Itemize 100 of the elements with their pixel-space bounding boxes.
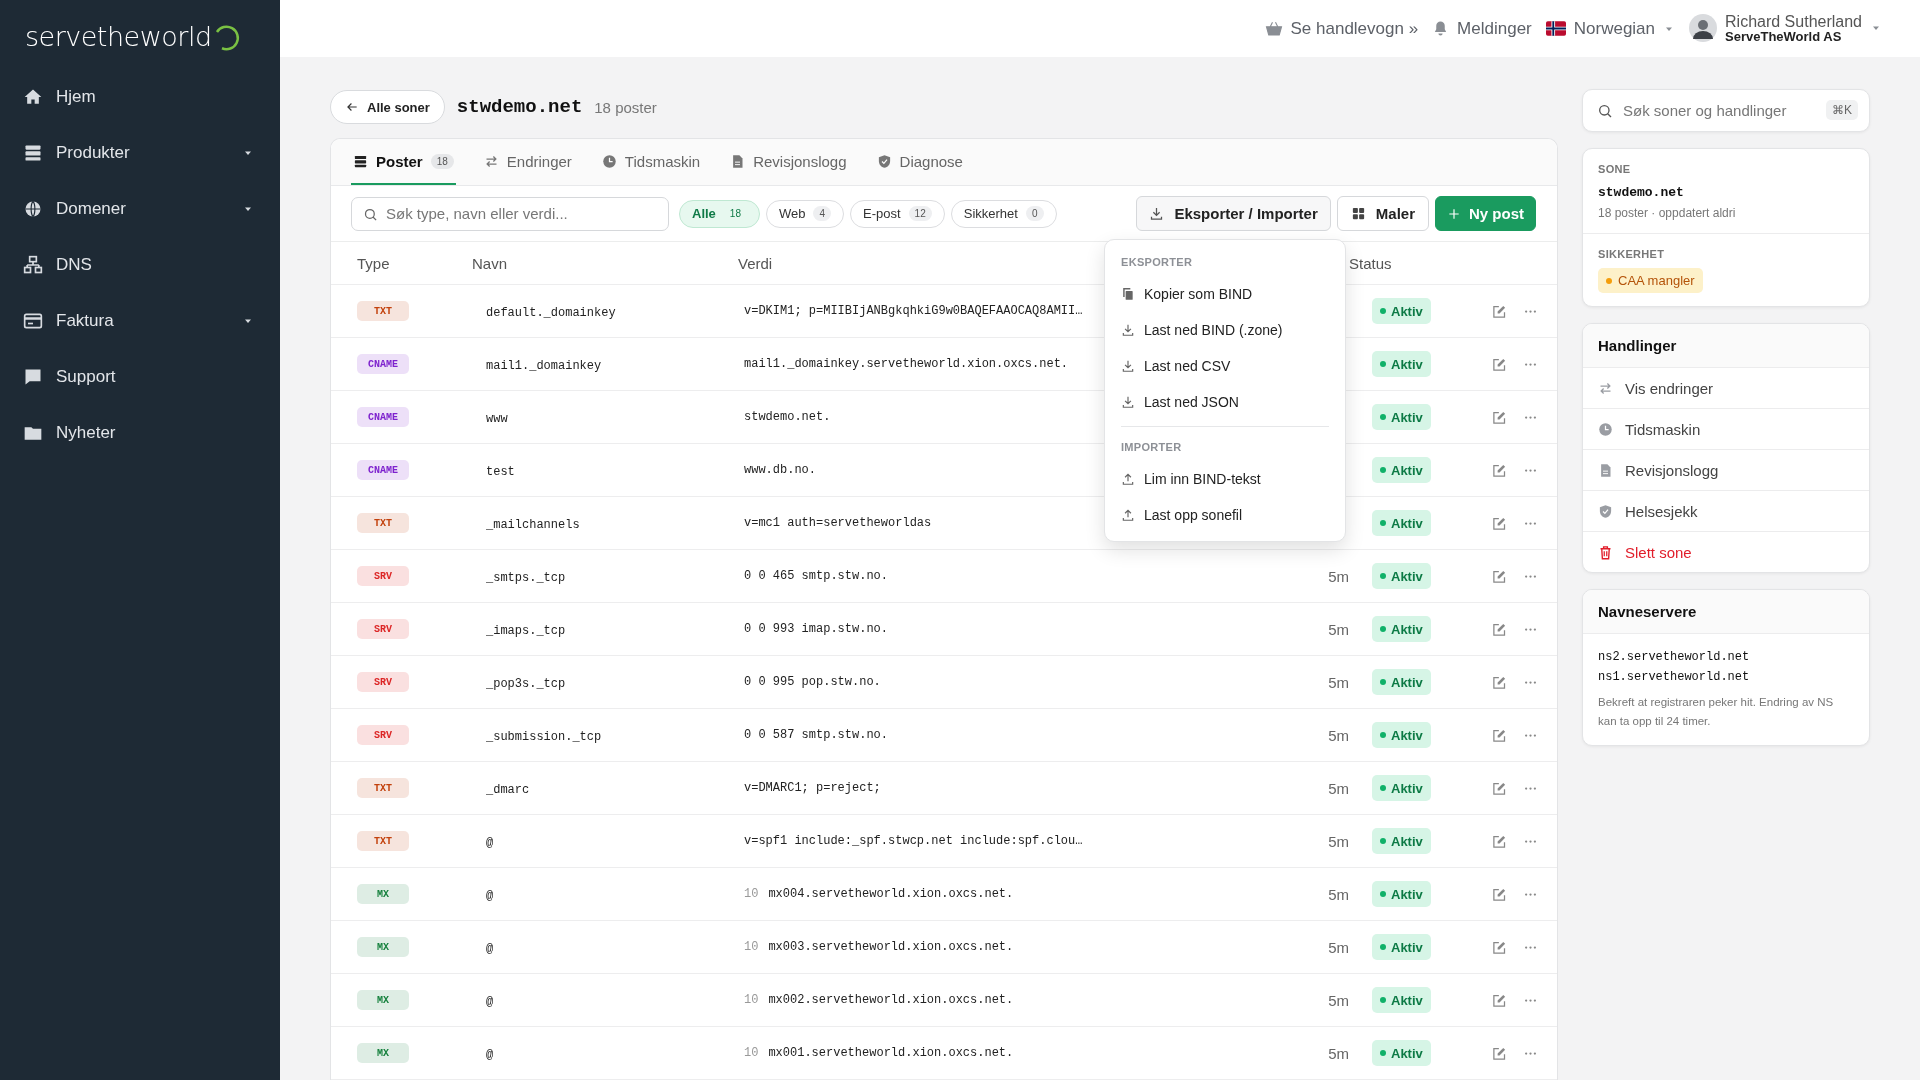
help-text: Bekreft at registraren peker hit. Endring av NS kan ta opp til 24 timer. — [1598, 695, 1835, 729]
user-name: Richard Sutherland — [1725, 12, 1862, 31]
table-cell: mail1._domainkey — [486, 359, 602, 373]
plus-icon — [1447, 206, 1461, 221]
table-cell: 5m — [1328, 938, 1349, 956]
zone-name: stwdemo.net — [456, 96, 583, 118]
record-count: 18 poster — [594, 98, 657, 116]
tab[interactable]: Endringer — [481, 139, 574, 185]
table-cell: default._domainkey — [486, 306, 616, 320]
cart-link[interactable]: Se handlevogn » — [1264, 18, 1419, 39]
table-cell: 5m — [1328, 567, 1349, 585]
edit-icon[interactable] — [1492, 303, 1507, 319]
table-cell: @ — [486, 836, 494, 850]
arrow-left-icon — [345, 100, 359, 114]
table-cell: _smtps._tcp — [486, 571, 566, 585]
priority-value: 10 — [744, 993, 759, 1007]
record-type-badge: MX — [357, 990, 409, 1010]
count-badge: 4 — [813, 206, 832, 221]
record-type-badge: TXT — [357, 831, 409, 851]
status-badge: Aktiv — [1372, 828, 1431, 854]
menu-item[interactable]: Last ned BIND (.zone) — [1105, 312, 1345, 348]
avatar-icon — [1689, 14, 1718, 43]
edit-icon[interactable] — [1492, 727, 1507, 743]
table-cell: 0 0 465 smtp.stw.no. — [744, 569, 889, 583]
menu-item[interactable]: Last ned CSV — [1105, 348, 1345, 384]
language-selector[interactable]: Norwegian — [1545, 18, 1676, 39]
edit-icon[interactable] — [1492, 409, 1507, 425]
menu-item[interactable]: Last opp sonefil — [1105, 497, 1345, 533]
priority-value: 10 — [744, 1046, 759, 1060]
menu-item[interactable]: Last ned JSON — [1105, 384, 1345, 420]
edit-icon[interactable] — [1492, 833, 1507, 849]
record-type-badge: MX — [357, 884, 409, 904]
trash-icon — [1598, 544, 1613, 560]
edit-icon[interactable] — [1492, 462, 1507, 478]
table-cell: v=DKIM1; p=MIIBIjANBgkqhkiG9w0BAQEFAAOCAQ8AMII… — [744, 304, 1083, 318]
grid-icon — [1350, 206, 1366, 221]
card-title: Navneservere — [1583, 590, 1869, 634]
action-item[interactable]: Slett sone — [1583, 532, 1869, 572]
status-badge: Aktiv — [1372, 616, 1431, 642]
column-header: Status — [1349, 254, 1392, 272]
edit-icon[interactable] — [1492, 992, 1507, 1008]
nav-item[interactable]: Domener — [0, 181, 280, 237]
nav-item[interactable]: Nyheter — [0, 405, 280, 461]
table-cell: 5m — [1328, 726, 1349, 744]
nav-item[interactable]: Produkter — [0, 125, 280, 181]
filter-chip[interactable]: Alle 18 — [679, 199, 760, 228]
nav-item[interactable]: Faktura — [0, 293, 280, 349]
menu-item[interactable]: Kopier som BIND — [1105, 276, 1345, 312]
nav-item[interactable]: Hjem — [0, 69, 280, 125]
search-field[interactable]: Søk type, navn eller verdi... — [351, 196, 669, 231]
record-type-badge: TXT — [357, 778, 409, 798]
tab[interactable]: Poster 18 — [351, 139, 456, 185]
record-type-badge: CNAME — [357, 460, 409, 480]
record-type-badge: SRV — [357, 672, 409, 692]
edit-icon[interactable] — [1492, 780, 1507, 796]
new-record-button[interactable]: Ny post — [1435, 196, 1536, 231]
download-icon — [1149, 206, 1165, 221]
edit-icon[interactable] — [1492, 1045, 1507, 1061]
filter-chip[interactable]: Web 4 — [765, 199, 845, 228]
table-cell: www — [486, 412, 508, 426]
tab[interactable]: Tidsmaskin — [599, 139, 703, 185]
table-cell: @ — [486, 889, 494, 903]
record-type-badge: CNAME — [357, 354, 409, 374]
record-type-badge: SRV — [357, 566, 409, 586]
templates-button[interactable]: Maler — [1336, 196, 1429, 231]
edit-icon[interactable] — [1492, 674, 1507, 690]
filter-chip[interactable]: Sikkerhet 0 — [950, 199, 1057, 228]
table-cell: v=mc1 auth=servetheworldas — [744, 516, 932, 530]
table-cell: mx002.servetheworld.xion.oxcs.net. — [768, 993, 1014, 1007]
status-badge: Aktiv — [1372, 457, 1431, 483]
edit-icon[interactable] — [1492, 568, 1507, 584]
count-badge: 0 — [1025, 206, 1044, 221]
table-cell: v=spf1 include:_spf.stwcp.net include:spf.clou… — [744, 834, 1083, 848]
action-item[interactable]: Vis endringer — [1583, 368, 1869, 409]
nav-item[interactable]: DNS — [0, 237, 280, 293]
status-badge: Aktiv — [1372, 775, 1431, 801]
nav-item[interactable]: Support — [0, 349, 280, 405]
action-item[interactable]: Helsesjekk — [1583, 491, 1869, 532]
edit-icon[interactable] — [1492, 356, 1507, 372]
export-import-button[interactable]: Eksporter / Importer — [1136, 196, 1331, 231]
notifications-link[interactable]: Meldinger — [1432, 18, 1532, 39]
filter-chip[interactable]: E-post 12 — [850, 199, 945, 228]
edit-icon[interactable] — [1492, 515, 1507, 531]
zone-name: stwdemo.net — [1598, 185, 1684, 200]
menu-item[interactable]: Lim inn BIND-tekst — [1105, 461, 1345, 497]
status-badge: Aktiv — [1372, 669, 1431, 695]
edit-icon[interactable] — [1492, 886, 1507, 902]
action-item[interactable]: Tidsmaskin — [1583, 409, 1869, 450]
warning-badge: CAA mangler — [1598, 268, 1703, 293]
user-menu[interactable]: Richard Sutherland ServeTheWorld AS — [1689, 12, 1882, 45]
basket-icon — [1264, 19, 1283, 38]
table-cell: mx004.servetheworld.xion.oxcs.net. — [768, 887, 1014, 901]
edit-icon[interactable] — [1492, 621, 1507, 637]
action-item[interactable]: Revisjonslogg — [1583, 450, 1869, 491]
edit-icon[interactable] — [1492, 939, 1507, 955]
back-button[interactable]: Alle soner — [330, 90, 445, 124]
tab[interactable]: Diagnose — [874, 139, 965, 185]
count-badge: 12 — [908, 206, 932, 221]
tab[interactable]: Revisjonslogg — [728, 139, 849, 185]
record-type-badge: SRV — [357, 725, 409, 745]
